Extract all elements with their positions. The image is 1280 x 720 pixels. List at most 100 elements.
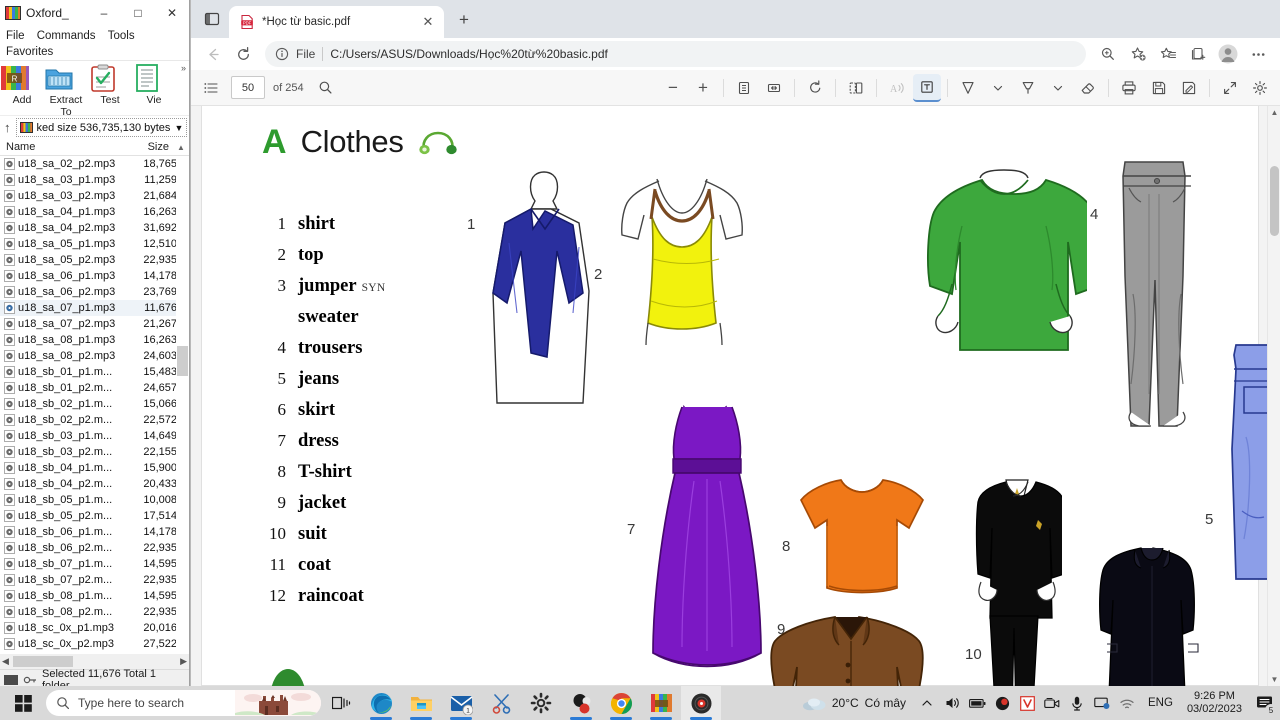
file-list-row[interactable]: u18_sa_03_p1.mp3 11,259 [0, 172, 189, 188]
fit-to-width-icon[interactable] [760, 74, 788, 102]
wifi-icon[interactable] [1116, 690, 1138, 716]
minimize-button[interactable]: – [87, 0, 121, 26]
page-number-input[interactable]: 50 [231, 76, 265, 99]
file-list-row[interactable]: u18_sb_01_p2.m... 24,657 [0, 380, 189, 396]
file-list[interactable]: u18_sa_02_p2.mp3 18,765 u18_sa_03_p1.mp3 11… [0, 156, 189, 654]
file-list-row[interactable]: u18_sb_03_p1.m... 14,649 [0, 428, 189, 444]
file-list-row[interactable]: u18_sb_08_p1.m... 14,595 [0, 588, 189, 604]
file-list-row[interactable]: u18_sc_0x_p1.mp3 20,016 [0, 620, 189, 636]
taskbar-app-google-chrome[interactable] [601, 686, 641, 720]
table-of-contents-icon[interactable] [197, 74, 225, 102]
view-button[interactable]: Vie [132, 61, 176, 106]
page-view-icon[interactable] [842, 74, 870, 102]
file-list-row[interactable]: u18_sb_05_p2.m... 17,514 [0, 508, 189, 524]
file-list-row[interactable]: u18_sa_04_p2.mp3 31,692 [0, 220, 189, 236]
clock[interactable]: 9:26 PM 03/02/2023 [1179, 690, 1250, 716]
favorites-button[interactable] [1154, 40, 1182, 68]
draw-options-chevron-down-icon[interactable] [984, 74, 1012, 102]
save-as-icon[interactable] [1175, 74, 1203, 102]
file-list-row[interactable]: u18_sb_08_p2.m... 22,935 [0, 604, 189, 620]
column-header-name[interactable]: Name [0, 141, 117, 153]
file-list-row[interactable]: u18_sb_07_p1.m... 14,595 [0, 556, 189, 572]
file-list-row[interactable]: u18_sb_01_p1.m... 15,483 [0, 364, 189, 380]
file-list-row[interactable]: u18_sa_07_p1.mp3 11,676 [0, 300, 189, 316]
taskbar-app-snipping-tool[interactable] [481, 686, 521, 720]
menu-item-tools[interactable]: Tools [108, 28, 135, 44]
file-list-row[interactable]: u18_sa_05_p1.mp3 12,510 [0, 236, 189, 252]
file-list-row[interactable]: u18_sa_07_p2.mp3 21,267 [0, 316, 189, 332]
profile-button[interactable] [1214, 40, 1242, 68]
task-view-icon[interactable] [321, 686, 361, 720]
taskbar-app-settings[interactable] [521, 686, 561, 720]
new-tab-button[interactable]: + [450, 6, 478, 34]
speaker-icon[interactable] [941, 690, 963, 716]
v-box-icon[interactable] [1016, 690, 1038, 716]
up-arrow-icon[interactable]: ↑ [4, 120, 11, 135]
menu-item-favorites[interactable]: Favorites [6, 44, 53, 60]
text-selection-icon[interactable] [913, 73, 941, 102]
file-list-row[interactable]: u18_sa_03_p2.mp3 21,684 [0, 188, 189, 204]
file-list-row[interactable]: u18_sa_08_p2.mp3 24,603 [0, 348, 189, 364]
horizontal-scrollbar-thumb[interactable] [12, 656, 73, 667]
extract-to-button[interactable]: Extract To [44, 61, 88, 118]
taskbar-app-media-player[interactable] [561, 686, 601, 720]
gear-icon[interactable] [1246, 74, 1274, 102]
file-list-row[interactable]: u18_sa_02_p2.mp3 18,765 [0, 156, 189, 172]
search-icon[interactable] [312, 74, 340, 102]
print-icon[interactable] [1115, 74, 1143, 102]
tab-actions-button[interactable] [195, 4, 229, 34]
scroll-right-arrow-icon[interactable]: ▶ [180, 656, 187, 667]
weather-widget[interactable]: 20°C Có mây [796, 695, 912, 712]
file-list-row[interactable]: u18_sb_05_p1.m... 10,008 [0, 492, 189, 508]
microphone-icon[interactable] [1066, 690, 1088, 716]
read-aloud-icon[interactable]: A [883, 74, 911, 102]
pdf-scrollbar[interactable]: ▲ ▼ [1267, 106, 1280, 686]
zoom-out-button[interactable]: − [659, 74, 687, 102]
file-list-row[interactable]: u18_sb_02_p2.m... 22,572 [0, 412, 189, 428]
notifications-button[interactable]: 5 [1250, 686, 1280, 720]
file-list-row[interactable]: u18_sa_08_p1.mp3 16,263 [0, 332, 189, 348]
file-list-row[interactable]: u18_sb_03_p2.m... 22,155 [0, 444, 189, 460]
language-indicator[interactable]: ENG [1142, 697, 1179, 709]
battery-icon[interactable] [966, 690, 988, 716]
monitor-icon[interactable] [1091, 690, 1113, 716]
settings-and-more-button[interactable] [1244, 40, 1272, 68]
chevron-down-icon[interactable]: ▼ [174, 123, 183, 133]
close-button[interactable]: ✕ [155, 0, 189, 26]
close-icon[interactable]: ✕ [418, 12, 438, 32]
file-list-row[interactable]: u18_sa_05_p2.mp3 22,935 [0, 252, 189, 268]
reload-button[interactable] [229, 40, 257, 68]
taskbar-app-music-player[interactable] [681, 686, 721, 720]
archive-path-combobox[interactable]: ked size 536,735,130 bytes ▼ [15, 118, 188, 137]
file-list-row[interactable]: u18_sb_04_p2.m... 20,433 [0, 476, 189, 492]
highlight-options-chevron-down-icon[interactable] [1044, 74, 1072, 102]
taskbar-app-microsoft-edge[interactable] [361, 686, 401, 720]
windows-start-icon[interactable] [0, 686, 46, 720]
add-favorite-button[interactable] [1124, 40, 1152, 68]
taskbar-app-file-explorer[interactable] [401, 686, 441, 720]
eraser-icon[interactable] [1074, 74, 1102, 102]
file-list-row[interactable]: u18_sb_02_p1.m... 15,066 [0, 396, 189, 412]
highlight-icon[interactable] [1014, 74, 1042, 102]
maximize-button[interactable]: □ [121, 0, 155, 26]
file-list-row[interactable]: u18_sa_06_p1.mp3 14,178 [0, 268, 189, 284]
menu-item-commands[interactable]: Commands [37, 28, 96, 44]
file-list-row[interactable]: u18_sb_07_p2.m... 22,935 [0, 572, 189, 588]
browser-tab[interactable]: PDF *Học từ basic.pdf ✕ [229, 6, 444, 38]
search-input[interactable]: Type here to search [46, 690, 321, 716]
file-list-row[interactable]: u18_sa_04_p1.mp3 16,263 [0, 204, 189, 220]
taskbar-app-mail[interactable]: 1 [441, 686, 481, 720]
fullscreen-icon[interactable] [1216, 74, 1244, 102]
unikey-icon[interactable] [991, 690, 1013, 716]
scroll-up-arrow-icon[interactable]: ▲ [173, 143, 189, 152]
file-list-row[interactable]: u18_sb_06_p1.m... 14,178 [0, 524, 189, 540]
rotate-icon[interactable] [801, 74, 829, 102]
address-bar[interactable]: File C:/Users/ASUS/Downloads/Học%20từ%20… [265, 41, 1086, 67]
taskbar-app-winrar[interactable] [641, 686, 681, 720]
draw-icon[interactable] [954, 74, 982, 102]
file-list-row[interactable]: u18_sa_06_p2.mp3 23,769 [0, 284, 189, 300]
scroll-down-arrow-icon[interactable]: ▼ [1268, 673, 1280, 686]
file-list-row[interactable]: u18_sb_06_p2.m... 22,935 [0, 540, 189, 556]
camera-icon[interactable] [1041, 690, 1063, 716]
scroll-up-arrow-icon[interactable]: ▲ [1268, 106, 1280, 119]
